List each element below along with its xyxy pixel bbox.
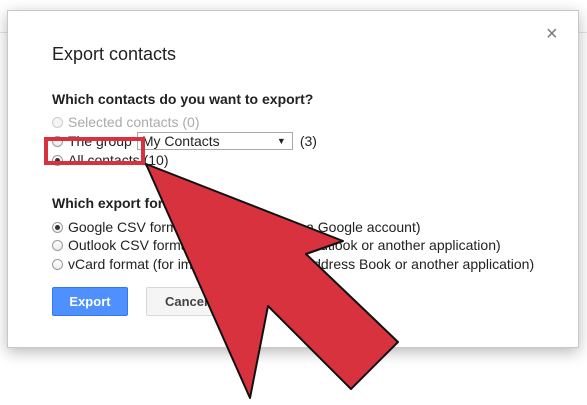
radio-google-csv[interactable] (52, 221, 63, 233)
format-question: Which export format? (52, 195, 197, 211)
option-vcard[interactable]: vCard format (for importing into Apple A… (52, 256, 534, 272)
option-selected-contacts[interactable]: Selected contacts (0) (52, 114, 200, 130)
chevron-down-icon: ▼ (276, 136, 286, 146)
option-selected-contacts-label: Selected contacts (0) (68, 114, 200, 130)
option-outlook-csv[interactable]: Outlook CSV format (for importing into O… (52, 237, 501, 253)
option-google-csv-label: Google CSV format (for importing into a … (68, 219, 421, 235)
cancel-button[interactable]: Cancel (146, 287, 216, 316)
group-select-value: My Contacts (141, 133, 220, 149)
radio-selected-contacts[interactable] (52, 116, 63, 128)
export-contacts-dialog: Export contacts × Which contacts do you … (7, 10, 579, 348)
annotation-highlight-box (44, 137, 145, 165)
export-button[interactable]: Export (52, 287, 128, 316)
dialog-title: Export contacts (52, 44, 177, 64)
close-icon[interactable]: × (546, 24, 558, 44)
radio-vcard[interactable] (52, 258, 63, 270)
option-google-csv[interactable]: Google CSV format (for importing into a … (52, 219, 421, 235)
option-outlook-csv-label: Outlook CSV format (for importing into O… (68, 237, 501, 253)
group-count: (3) (299, 133, 317, 149)
contacts-question: Which contacts do you want to export? (52, 91, 314, 107)
option-vcard-label: vCard format (for importing into Apple A… (68, 256, 535, 272)
radio-outlook-csv[interactable] (52, 239, 63, 251)
all-contacts-count: (10) (143, 152, 169, 168)
group-select[interactable]: My Contacts ▼ (136, 132, 293, 150)
